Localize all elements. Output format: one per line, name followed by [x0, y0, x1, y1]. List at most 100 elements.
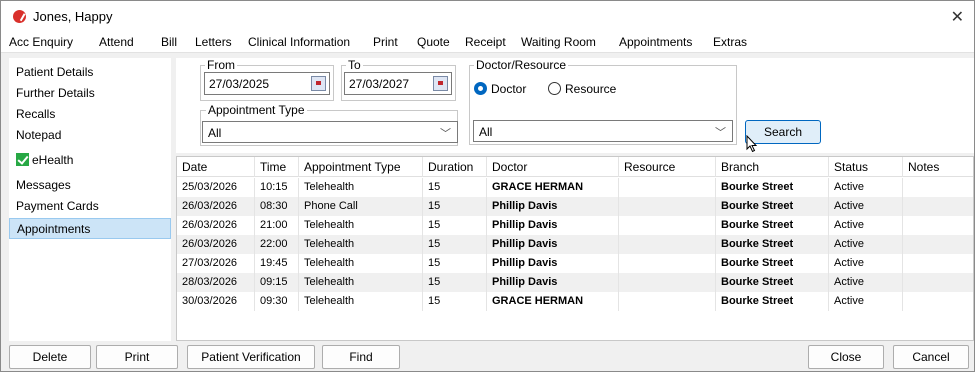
sidebar-item-payment-cards[interactable]: Payment Cards [9, 196, 171, 217]
column-header-status[interactable]: Status [829, 157, 903, 177]
cell-branch: Bourke Street [716, 216, 829, 235]
patient-verification-button-label: Patient Verification [201, 350, 301, 364]
doctor-radio-label[interactable]: Doctor [491, 82, 526, 96]
column-header-notes[interactable]: Notes [903, 157, 973, 177]
cell-duration: 15 [423, 292, 487, 311]
menu-quote[interactable]: Quote [417, 35, 450, 49]
cell-date: 25/03/2026 [177, 178, 255, 197]
cell-branch: Bourke Street [716, 292, 829, 311]
patient-verification-button[interactable]: Patient Verification [187, 345, 315, 369]
cell-duration: 15 [423, 216, 487, 235]
menu-attend[interactable]: Attend [99, 35, 134, 49]
cell-duration: 15 [423, 254, 487, 273]
table-row[interactable]: 28/03/2026 09:15 Telehealth 15 Phillip Davis… [177, 273, 973, 292]
close-button[interactable]: Close [808, 345, 884, 369]
cell-time: 22:00 [255, 235, 299, 254]
table-row[interactable]: 26/03/2026 08:30 Phone Call 15 Phillip Davis… [177, 197, 973, 216]
cell-appointment-type: Telehealth [299, 254, 423, 273]
menu-clinical-information[interactable]: Clinical Information [248, 35, 350, 49]
sidebar-item-patient-details[interactable]: Patient Details [9, 62, 171, 83]
sidebar-item-messages[interactable]: Messages [9, 175, 171, 196]
calendar-icon[interactable] [433, 76, 448, 91]
sidebar-item-further-details[interactable]: Further Details [9, 83, 171, 104]
cell-date: 30/03/2026 [177, 292, 255, 311]
menu-letters[interactable]: Letters [195, 35, 232, 49]
ehealth-check-icon [16, 153, 29, 166]
appointments-table: Date Time Appointment Type Duration Doct… [176, 156, 974, 341]
sidebar-item-notepad[interactable]: Notepad [9, 125, 171, 146]
close-button-label: Close [830, 350, 862, 364]
cancel-button[interactable]: Cancel [893, 345, 969, 369]
search-button-label: Search [763, 125, 803, 139]
column-header-doctor[interactable]: Doctor [487, 157, 619, 177]
table-row[interactable]: 27/03/2026 19:45 Telehealth 15 Phillip Davis… [177, 254, 973, 273]
column-header-resource[interactable]: Resource [619, 157, 716, 177]
cell-status: Active [829, 197, 903, 216]
doctor-select[interactable]: All ﹀ [473, 120, 733, 142]
cell-notes [903, 292, 973, 311]
window-title: Jones, Happy [33, 9, 113, 24]
menu-waiting-room[interactable]: Waiting Room [521, 35, 596, 49]
find-button[interactable]: Find [322, 345, 400, 369]
sidebar-item-label: eHealth [32, 153, 74, 167]
cell-status: Active [829, 178, 903, 197]
menu-bill[interactable]: Bill [161, 35, 177, 49]
cell-notes [903, 178, 973, 197]
doctor-select-value: All [479, 125, 493, 139]
cell-time: 09:30 [255, 292, 299, 311]
delete-button-label: Delete [32, 350, 68, 364]
menu-receipt[interactable]: Receipt [465, 35, 506, 49]
cell-doctor: GRACE HERMAN [487, 292, 619, 311]
cell-doctor: GRACE HERMAN [487, 178, 619, 197]
cell-notes [903, 216, 973, 235]
doctor-radio[interactable] [474, 82, 487, 95]
from-date-field[interactable]: 27/03/2025 [204, 72, 330, 95]
sidebar-item-appointments[interactable]: Appointments [9, 218, 171, 239]
calendar-icon[interactable] [311, 76, 326, 91]
menu-appointments[interactable]: Appointments [619, 35, 692, 49]
cell-notes [903, 254, 973, 273]
cell-resource [619, 292, 716, 311]
column-header-date[interactable]: Date [177, 157, 255, 177]
app-logo-icon [13, 10, 26, 23]
table-row[interactable]: 26/03/2026 22:00 Telehealth 15 Phillip Davis… [177, 235, 973, 254]
cell-appointment-type: Telehealth [299, 216, 423, 235]
menu-extras[interactable]: Extras [713, 35, 747, 49]
table-row[interactable]: 25/03/2026 10:15 Telehealth 15 GRACE HERMAN B… [177, 178, 973, 197]
chevron-down-icon: ﹀ [440, 128, 451, 140]
patient-window: Jones, Happy ✕ Acc Enquiry Attend Bill L… [0, 0, 975, 372]
close-window-icon[interactable]: ✕ [951, 7, 964, 27]
table-row[interactable]: 30/03/2026 09:30 Telehealth 15 GRACE HERMAN B… [177, 292, 973, 311]
delete-button[interactable]: Delete [9, 345, 91, 369]
cell-time: 08:30 [255, 197, 299, 216]
column-header-duration[interactable]: Duration [423, 157, 487, 177]
cell-doctor: Phillip Davis [487, 197, 619, 216]
cell-time: 21:00 [255, 216, 299, 235]
menu-print[interactable]: Print [373, 35, 398, 49]
cell-resource [619, 216, 716, 235]
sidebar-item-ehealth[interactable]: eHealth [9, 150, 171, 171]
cell-time: 10:15 [255, 178, 299, 197]
menu-acc-enquiry[interactable]: Acc Enquiry [9, 35, 73, 49]
column-header-time[interactable]: Time [255, 157, 299, 177]
cell-notes [903, 273, 973, 292]
print-button-label: Print [124, 350, 150, 364]
title-bar: Jones, Happy ✕ [1, 1, 974, 31]
cell-branch: Bourke Street [716, 254, 829, 273]
appointment-type-select[interactable]: All ﹀ [202, 121, 458, 143]
doctor-resource-label: Doctor/Resource [474, 58, 569, 72]
table-row[interactable]: 26/03/2026 21:00 Telehealth 15 Phillip Davis… [177, 216, 973, 235]
sidebar-item-recalls[interactable]: Recalls [9, 104, 171, 125]
sidebar-item-label: Patient Details [16, 65, 94, 79]
cell-duration: 15 [423, 273, 487, 292]
resource-radio[interactable] [548, 82, 561, 95]
to-date-field[interactable]: 27/03/2027 [344, 72, 452, 95]
column-header-branch[interactable]: Branch [716, 157, 829, 177]
print-button[interactable]: Print [96, 345, 178, 369]
cell-date: 26/03/2026 [177, 197, 255, 216]
column-header-appointment-type[interactable]: Appointment Type [299, 157, 423, 177]
resource-radio-label[interactable]: Resource [565, 82, 616, 96]
cell-status: Active [829, 254, 903, 273]
cell-branch: Bourke Street [716, 235, 829, 254]
sidebar-item-label: Notepad [16, 128, 62, 142]
